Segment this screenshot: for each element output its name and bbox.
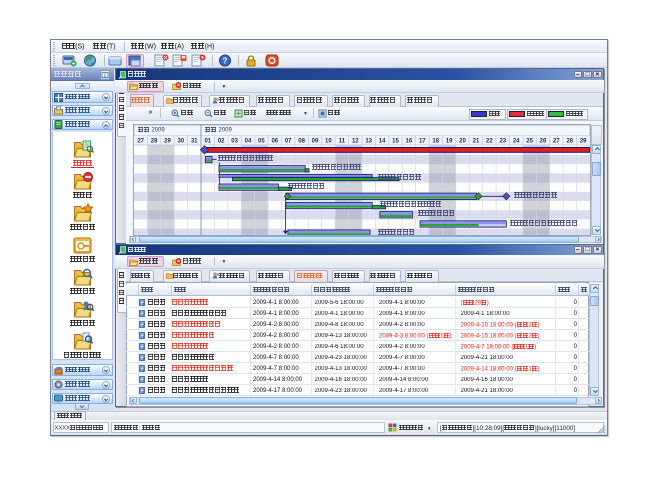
svg-text:03: 03 xyxy=(231,138,238,144)
svg-text:27: 27 xyxy=(137,138,144,144)
svg-text:04: 04 xyxy=(245,138,252,144)
svg-text:16: 16 xyxy=(406,138,413,144)
svg-text:18: 18 xyxy=(432,138,439,144)
svg-text:10: 10 xyxy=(325,138,332,144)
svg-text:17: 17 xyxy=(419,138,426,144)
svg-text:11: 11 xyxy=(339,138,346,144)
svg-text:31: 31 xyxy=(191,138,198,144)
svg-text:09: 09 xyxy=(312,138,319,144)
svg-text:05: 05 xyxy=(258,138,265,144)
svg-text:29: 29 xyxy=(164,138,171,144)
svg-text:26: 26 xyxy=(540,138,547,144)
svg-text:19: 19 xyxy=(446,138,453,144)
svg-text:07: 07 xyxy=(285,138,292,144)
svg-text:20: 20 xyxy=(459,138,466,144)
svg-text:25: 25 xyxy=(526,138,533,144)
svg-text:01: 01 xyxy=(204,138,211,144)
svg-text:12: 12 xyxy=(352,138,359,144)
svg-text:13: 13 xyxy=(365,138,372,144)
svg-text:?: ? xyxy=(222,57,227,66)
svg-text:27: 27 xyxy=(553,138,560,144)
svg-text:14: 14 xyxy=(379,138,386,144)
svg-text:02: 02 xyxy=(218,138,225,144)
svg-text:29: 29 xyxy=(580,138,587,144)
svg-text:23: 23 xyxy=(499,138,506,144)
svg-text:15: 15 xyxy=(392,138,399,144)
svg-text:22: 22 xyxy=(486,138,493,144)
svg-text:08: 08 xyxy=(298,138,305,144)
svg-text:28: 28 xyxy=(151,138,158,144)
svg-text:24: 24 xyxy=(513,138,520,144)
svg-text:28: 28 xyxy=(566,138,573,144)
svg-text:06: 06 xyxy=(271,138,278,144)
svg-text:30: 30 xyxy=(178,138,185,144)
svg-text:21: 21 xyxy=(473,138,480,144)
